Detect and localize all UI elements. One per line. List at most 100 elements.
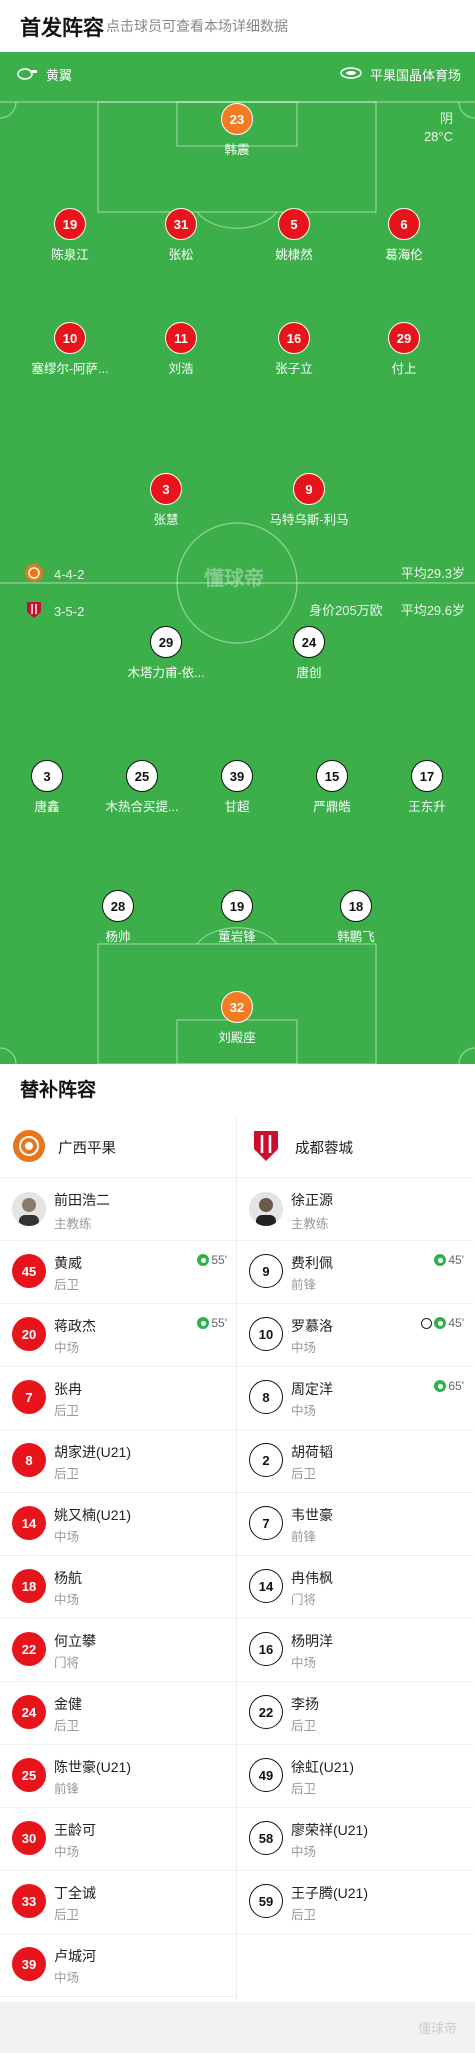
player-number: 16 [249,1632,283,1666]
sub-player-row[interactable]: 22 何立攀门将 [0,1619,237,1682]
player-name: 罗慕洛 [291,1318,333,1334]
player-number: 30 [12,1821,46,1855]
lineup-player[interactable]: 29 付上 [344,322,464,377]
sub-player-row[interactable]: 45 黄威 后卫 55' [0,1241,237,1304]
lineup-player[interactable]: 17 王东升 [367,760,475,815]
coach-avatar [12,1192,46,1226]
whistle-icon [16,66,38,83]
lineup-player[interactable]: 5 姚棣然 [234,208,354,263]
sub-player-row[interactable]: 18 杨航 中场 [0,1556,237,1619]
player-number: 10 [249,1317,283,1351]
player-position: 门将 [54,1656,80,1670]
away-value: 身价205万欧 [308,603,383,618]
lineup-player[interactable]: 31 张松 [121,208,241,263]
home-team-name: 广西平果 [58,1141,116,1157]
sub-on-icon [434,1317,447,1329]
sub-player-row[interactable]: 25 陈世豪(U21) 前锋 [0,1745,237,1808]
player-name: 刘殿座 [218,1031,256,1045]
sub-player-row[interactable]: 9 费利佩 前锋 45' [237,1241,474,1304]
player-number: 7 [12,1380,46,1414]
lineup-player[interactable]: 16 张子立 [234,322,354,377]
player-number: 15 [316,760,348,792]
sub-player-row[interactable]: 22 李扬 后卫 [237,1682,474,1745]
sub-player-row[interactable]: 59 王子腾(U21) 后卫 [237,1871,474,1934]
sub-player-row[interactable]: 7 张冉 后卫 [0,1367,237,1430]
sub-player-row[interactable]: 16 杨明洋 中场 [237,1619,474,1682]
sub-player-row[interactable]: 14 姚又楠(U21) 中场 [0,1493,237,1556]
page-title: 首发阵容 [20,17,104,40]
sub-player-row[interactable]: 7 韦世豪 前锋 [237,1493,474,1556]
player-position: 后卫 [54,1908,80,1922]
lineup-player[interactable]: 28 杨帅 [58,890,178,945]
player-number: 10 [54,322,86,354]
sub-player-row[interactable]: 33 丁全诚 后卫 [0,1871,237,1934]
player-name: 木塔力甫-依... [127,666,205,680]
sub-on-event: 45' [434,1253,464,1267]
player-name: 蒋政杰 [54,1318,96,1334]
lineup-player[interactable]: 23 韩震 [177,103,297,158]
home-avg-age: 平均29.3岁 [400,566,465,581]
sub-player-row[interactable]: 58 廖荣祥(U21) 中场 [237,1808,474,1871]
player-name: 丁全诚 [54,1885,96,1901]
page-subtitle: 点击球员可查看本场详细数据 [106,18,288,34]
sub-on-icon [197,1317,210,1329]
lineup-player[interactable]: 29 木塔力甫-依... [106,626,226,681]
player-position: 前锋 [291,1278,317,1292]
lineup-player[interactable]: 10 塞缪尔-阿萨... [10,322,130,377]
player-position: 中场 [54,1341,80,1355]
lineup-player[interactable]: 19 陈泉江 [10,208,130,263]
player-name: 卢城河 [54,1948,96,1964]
player-name: 张松 [168,248,194,262]
lineup-player[interactable]: 11 刘浩 [121,322,241,377]
sub-player-row[interactable]: 8 胡家进(U21) 后卫 [0,1430,237,1493]
sub-player-row[interactable]: 39 卢城河 中场 [0,1934,237,1997]
player-number: 22 [12,1632,46,1666]
player-name: 韦世豪 [291,1507,333,1523]
player-name: 徐虹(U21) [291,1759,355,1775]
sub-player-row[interactable]: 14 冉伟枫 门将 [237,1556,474,1619]
player-number: 19 [54,208,86,240]
lineup-player[interactable]: 32 刘殿座 [177,991,297,1046]
player-name: 张冉 [54,1381,82,1397]
sub-player-row[interactable]: 8 周定洋 中场 65' [237,1367,474,1430]
lineup-player[interactable]: 3 张慧 [106,473,226,528]
sub-player-row[interactable]: 30 王龄可 中场 [0,1808,237,1871]
player-name: 黄威 [54,1255,82,1271]
player-number: 19 [221,890,253,922]
lineup-player[interactable]: 19 董岩锋 [177,890,297,945]
player-position: 后卫 [54,1278,80,1292]
player-position: 前锋 [54,1782,80,1796]
player-number: 28 [102,890,134,922]
coach-name: 前田浩二 [54,1192,110,1208]
home-team-logo-icon [12,1129,46,1163]
lineup-player[interactable]: 18 韩鹏飞 [296,890,416,945]
player-position: 后卫 [291,1719,317,1733]
player-number: 3 [31,760,63,792]
away-coach[interactable]: 徐正源 主教练 [237,1178,474,1241]
sub-player-row[interactable]: 10 罗慕洛 中场 45' [237,1304,474,1367]
home-coach[interactable]: 前田浩二 主教练 [0,1178,237,1241]
player-number: 24 [293,626,325,658]
venue-name: 平果国晶体育场 [369,68,461,83]
sub-player-row[interactable]: 49 徐虹(U21) 后卫 [237,1745,474,1808]
away-team-logo-icon [249,1129,283,1163]
lineup-player[interactable]: 6 葛海伦 [344,208,464,263]
away-team-row: 3-5-2 身价205万欧 平均29.6岁 [0,596,475,622]
player-number: 58 [249,1821,283,1855]
goal-ball-icon [421,1317,433,1329]
sub-player-row[interactable]: 24 金健 后卫 [0,1682,237,1745]
lineup-player[interactable]: 9 马特乌斯-利马 [249,473,369,528]
home-subs-team[interactable]: 广西平果 [0,1115,237,1178]
player-number: 8 [249,1380,283,1414]
lineup-player[interactable]: 24 唐创 [249,626,369,681]
sub-minute: 55' [211,1316,227,1330]
player-number: 29 [150,626,182,658]
player-number: 39 [12,1947,46,1981]
player-name: 何立攀 [54,1633,96,1649]
sub-player-row[interactable]: 20 蒋政杰 中场 55' [0,1304,237,1367]
away-subs-team[interactable]: 成都蓉城 [237,1115,474,1178]
player-name: 杨航 [54,1570,82,1586]
player-number: 6 [388,208,420,240]
player-position: 中场 [54,1530,80,1544]
sub-player-row[interactable]: 2 胡荷韬 后卫 [237,1430,474,1493]
